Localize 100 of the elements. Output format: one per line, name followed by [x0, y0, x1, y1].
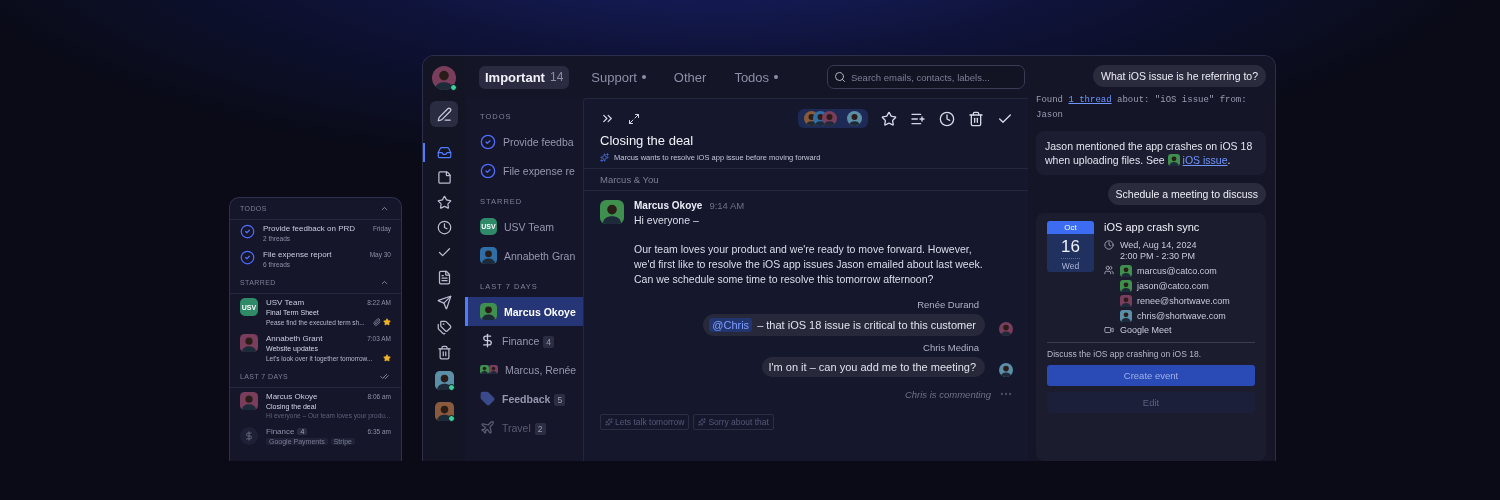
compose-button[interactable]: [430, 101, 458, 127]
avatar: [847, 111, 862, 126]
list-item[interactable]: Marcus Okoye: [465, 297, 583, 326]
message-text: Our team loves your product and we're ready to move forward. However, we'd first like to resolve the iOS app issues Jason emailed about last week. Can we schedule some time to resolve this tomorrow afternoon?: [634, 242, 984, 287]
list-item[interactable]: Feedback 5: [465, 384, 583, 413]
trash-icon: [436, 345, 452, 360]
comment-text: – that iOS 18 issue is critical to this customer: [757, 319, 976, 331]
tab[interactable]: Other: [667, 65, 713, 89]
avatar: [1120, 310, 1132, 322]
event-time: 2:00 PM - 2:30 PM: [1120, 251, 1197, 262]
event-description: Discuss the iOS app crashing on iOS 18.: [1047, 342, 1255, 359]
event-title: iOS app crash sync: [1104, 221, 1201, 233]
check-circle-icon[interactable]: [480, 162, 496, 179]
day-number: 16: [1061, 237, 1080, 259]
sparkle-icon: [600, 153, 609, 162]
participants-label: Marcus & You: [584, 169, 1029, 191]
attendee-email: chris@shortwave.com: [1137, 310, 1226, 322]
thread-title: Closing the deal: [600, 133, 695, 148]
avatar: [1120, 280, 1132, 292]
list-item[interactable]: Provide feedba: [465, 127, 583, 156]
star-icon[interactable]: [383, 318, 391, 326]
expand-icon[interactable]: [628, 112, 640, 125]
star-icon: [436, 195, 452, 210]
todo-title: File expense report: [263, 250, 332, 259]
label-icon: [480, 391, 495, 406]
tab[interactable]: Todos: [728, 65, 785, 89]
plane-icon: [480, 420, 495, 435]
avatar: [1120, 265, 1132, 277]
check-circle-icon[interactable]: [240, 250, 255, 265]
message-text: Hi everyone –: [634, 213, 700, 228]
tags-icon: [436, 320, 452, 335]
avatar: [480, 365, 489, 374]
commenter-name: Renée Durand: [917, 299, 979, 310]
typing-indicator: Chris is commenting: [904, 388, 991, 400]
avatar: [822, 111, 837, 126]
list-item[interactable]: Annabeth Gran: [465, 241, 583, 270]
issue-link[interactable]: iOS issue: [1182, 154, 1228, 166]
event-location: Google Meet: [1120, 325, 1172, 336]
search-result-text: Found 1 thread about: "iOS issue" from: Jason: [1036, 94, 1248, 122]
dollar-icon: [480, 333, 495, 348]
avatar: [434, 371, 454, 390]
video-icon: [1104, 325, 1114, 335]
create-event-button[interactable]: Create event: [1047, 365, 1255, 386]
attendee-email: renee@shortwave.com: [1137, 295, 1230, 307]
message-time: 9:14 AM: [709, 200, 745, 211]
sender-name: Marcus Okoye: [634, 200, 703, 211]
inbox-icon: [436, 145, 452, 160]
month-label: Oct: [1047, 221, 1094, 234]
event-date: Wed, Aug 14, 2024: [1120, 240, 1197, 251]
clock-icon: [1104, 240, 1114, 250]
avatar: [999, 363, 1013, 377]
sparkle-icon: [698, 418, 707, 426]
comment-text: I'm on it – can you add me to the meeting?: [768, 361, 976, 373]
assistant-answer: Jason mentioned the app crashes on iOS 18 when uploading files. See iOS issue.: [1036, 131, 1266, 175]
avatar: [480, 247, 497, 264]
double-check-icon[interactable]: [380, 372, 389, 381]
avatar: [1120, 295, 1132, 307]
tab[interactable]: Important 14: [479, 65, 570, 89]
trash-icon[interactable]: [968, 110, 984, 127]
avatar: [1167, 154, 1180, 166]
tab[interactable]: Support: [585, 65, 652, 89]
avatar: [434, 402, 454, 421]
list-item[interactable]: File expense re: [465, 156, 583, 185]
pencil-icon: [436, 106, 452, 122]
avatar: [600, 200, 624, 224]
avatar: [240, 334, 258, 352]
avatar: [480, 303, 497, 320]
thread-link[interactable]: 1 thread: [1068, 95, 1112, 105]
avatar: [489, 365, 498, 374]
check-circle-icon[interactable]: [240, 224, 255, 239]
attendee-email: jason@catco.com: [1137, 280, 1209, 292]
note-icon: [436, 170, 452, 185]
avatar: [240, 392, 258, 410]
send-icon: [436, 295, 452, 310]
sender-name: Annabeth Grant: [266, 334, 323, 343]
list-item[interactable]: Finance 4: [465, 326, 583, 355]
document-icon: [436, 270, 452, 285]
sparkle-icon: [605, 418, 613, 426]
list-item[interactable]: Marcus, Renée: [465, 355, 583, 384]
list-item[interactable]: Travel 2: [465, 413, 583, 442]
star-icon[interactable]: [881, 110, 897, 127]
star-icon[interactable]: [383, 354, 391, 362]
check-circle-icon[interactable]: [480, 133, 496, 150]
user-query: Schedule a meeting to discuss: [1107, 183, 1266, 205]
avatar: [432, 66, 456, 90]
clock-icon[interactable]: [939, 110, 955, 127]
clock-icon: [436, 220, 452, 235]
participants-button[interactable]: [798, 109, 868, 128]
search-field[interactable]: Search emails, contacts, labels...: [827, 65, 1025, 89]
todo-title: Provide feedback on PRD: [263, 224, 356, 233]
sender-name: Marcus Okoye: [266, 392, 318, 401]
avatar: [999, 322, 1013, 336]
dollar-icon: [240, 427, 258, 445]
attendee-email: marcus@catco.com: [1137, 265, 1217, 277]
people-icon: [1104, 265, 1114, 275]
mention-tag[interactable]: @Chris: [709, 318, 753, 332]
search-icon: [834, 71, 846, 83]
weekday-label: Wed: [1061, 261, 1080, 271]
user-query: What iOS issue is he referring to?: [1093, 65, 1266, 87]
commenter-name: Chris Medina: [923, 342, 979, 353]
